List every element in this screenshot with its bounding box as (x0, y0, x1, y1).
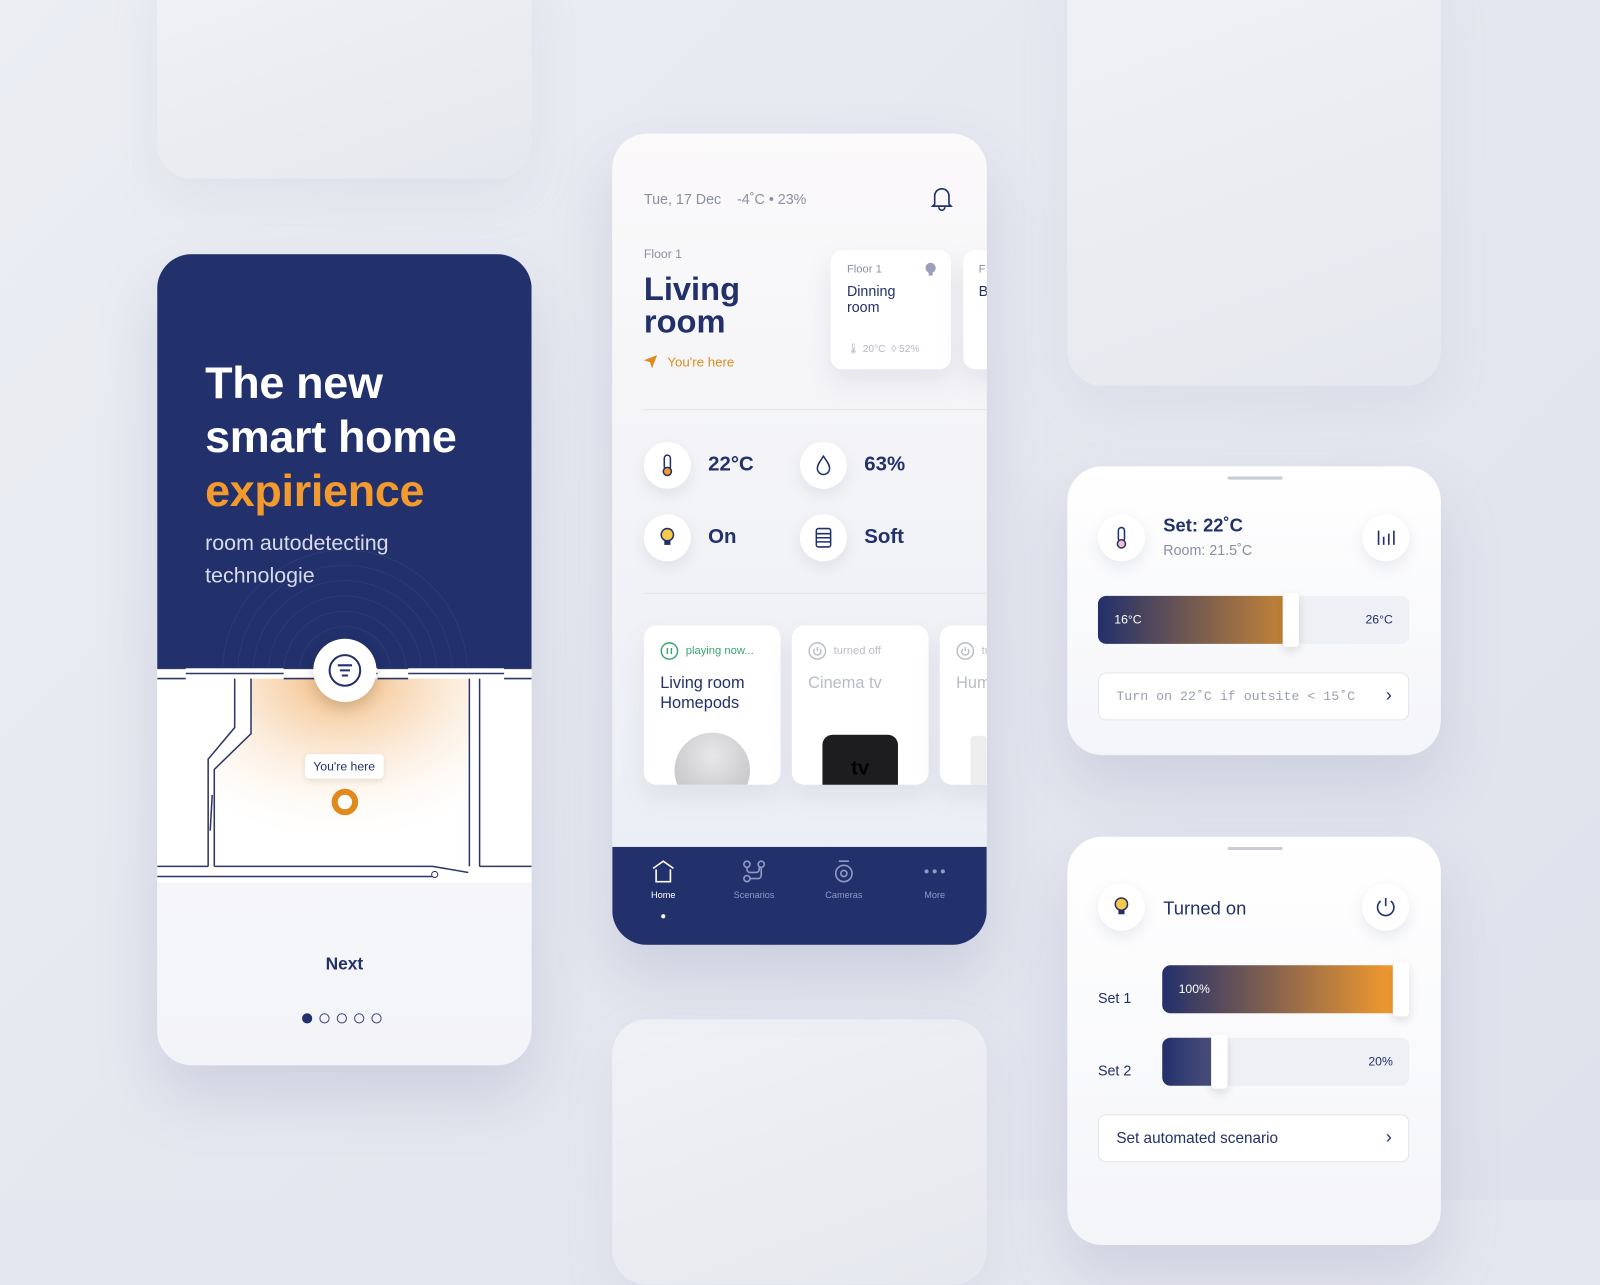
thermometer-icon (1097, 514, 1145, 562)
device-status: playing now... (660, 642, 754, 660)
power-icon[interactable] (1362, 883, 1410, 931)
nav-more[interactable]: More (904, 859, 965, 900)
onboarding-subtitle: room autodetecting technologie (205, 531, 389, 588)
page-dot[interactable] (354, 1013, 365, 1024)
set-label: Set 1 (1097, 989, 1132, 1007)
scenarios-icon (743, 860, 766, 883)
floor-label: Floor 1 (643, 246, 683, 262)
slider-fill (1162, 1037, 1212, 1086)
stage: The new smart home expirience room autodet… (0, 0, 1600, 1285)
set-temperature: Set: 22˚C (1163, 515, 1243, 536)
light-slider-set1[interactable]: 100% (1162, 962, 1410, 1017)
slider-value: 100% (1178, 981, 1210, 996)
bulb-icon (1097, 883, 1145, 931)
slider-handle[interactable] (1211, 1034, 1228, 1089)
thermostat-sheet: Set: 22˚C Room: 21.5˚C 16°C 26°C Turn on… (1067, 466, 1441, 756)
pause-icon[interactable] (660, 642, 679, 660)
onboarding-hero: The new smart home expirience room autodet… (157, 254, 532, 669)
slider-min-label: 16°C (1114, 612, 1142, 627)
status-line: Tue, 17 Dec -4˚C • 23% (643, 190, 807, 208)
light-value: On (708, 525, 737, 548)
page-indicator (302, 1013, 382, 1024)
location-indicator: You're here (643, 354, 734, 369)
light-sheet: Turned on Set 1 100% Set 2 20% Set autom… (1067, 836, 1441, 1245)
device-status: turned off (808, 642, 881, 660)
chevron-right-icon: › (1385, 1126, 1392, 1147)
slider-max-label: 26°C (1365, 612, 1393, 627)
nav-home[interactable]: Home (633, 859, 694, 919)
scenario-button[interactable]: Turn on 22˚C if outsite < 15˚C › (1097, 672, 1410, 721)
onboarding-screen: The new smart home expirience room autodet… (157, 254, 532, 1066)
ghost-card (157, 0, 532, 179)
thermometer-icon[interactable] (643, 441, 691, 489)
page-dot[interactable] (319, 1013, 330, 1024)
next-button[interactable]: Next (157, 954, 531, 974)
room-stats: 🌡 20°C ◊ 52% (846, 343, 920, 356)
slider-handle[interactable] (1392, 962, 1410, 1017)
room-card-dinning[interactable]: Floor 1 Dinning room 🌡 20°C ◊ 52% (830, 250, 952, 370)
power-icon[interactable] (956, 642, 975, 660)
room-floor: Floor 1 (846, 263, 882, 276)
light-slider-set2[interactable]: 20% (1162, 1034, 1410, 1089)
device-card-cinema-tv[interactable]: turned off Cinema tv tv (791, 625, 929, 785)
page-dot[interactable] (336, 1013, 347, 1024)
device-name: Living room Homepods (660, 674, 745, 713)
mode-value: Soft (864, 525, 904, 548)
ghost-card (612, 1019, 987, 1285)
page-dot[interactable] (302, 1013, 313, 1024)
humidity-value: 63% (864, 453, 906, 476)
nav-scenarios[interactable]: Scenarios (723, 859, 784, 900)
temperature-slider[interactable]: 16°C 26°C (1097, 592, 1410, 647)
scenario-text: Set automated scenario (1116, 1129, 1278, 1147)
divider (643, 592, 987, 594)
chevron-right-icon: › (1385, 684, 1392, 706)
divider (643, 409, 987, 411)
bulb-icon[interactable] (643, 514, 691, 562)
room-name: Dinning room (846, 282, 896, 316)
chart-bars-icon[interactable] (1362, 514, 1410, 562)
slider-handle[interactable] (1282, 592, 1299, 647)
slider-value: 20% (1368, 1054, 1393, 1069)
device-name: Cinema tv (808, 674, 882, 692)
page-dot[interactable] (371, 1013, 382, 1024)
light-status: Turned on (1163, 897, 1247, 919)
room-name: B (979, 283, 987, 299)
set-label: Set 2 (1097, 1062, 1132, 1079)
sheet-handle[interactable] (1227, 846, 1283, 851)
humidifier-image (970, 735, 987, 785)
map-label: You're here (305, 754, 384, 779)
bulb-icon (925, 262, 936, 276)
onboarding-title: The new smart home expirience (205, 358, 457, 517)
more-icon (924, 869, 945, 874)
ghost-card (1067, 0, 1441, 386)
blinds-icon[interactable] (800, 514, 847, 562)
sheet-handle[interactable] (1227, 476, 1283, 480)
detector-icon (313, 638, 377, 703)
device-status: tu (956, 642, 987, 660)
temperature-value: 22°C (708, 453, 754, 476)
home-icon (652, 860, 674, 883)
homepod-image (674, 732, 751, 785)
home-screen: Tue, 17 Dec -4˚C • 23% Floor 1 Living ro… (612, 133, 987, 945)
apple-tv-image: tv (822, 734, 898, 785)
active-indicator (661, 914, 666, 919)
power-icon[interactable] (808, 642, 827, 660)
room-floor: F (978, 263, 986, 276)
scenario-text: Turn on 22˚C if outsite < 15˚C (1116, 688, 1356, 705)
automated-scenario-button[interactable]: Set automated scenario › (1097, 1114, 1410, 1163)
nav-cameras[interactable]: Cameras (813, 859, 874, 900)
drop-icon[interactable] (800, 441, 847, 489)
camera-icon (834, 860, 853, 883)
location-pin (331, 788, 359, 816)
device-card-partial[interactable]: tu Hum (939, 625, 987, 785)
navigation-arrow-icon (643, 355, 658, 369)
bell-icon[interactable] (930, 185, 953, 212)
room-title: Living room (643, 270, 741, 340)
room-card-partial[interactable]: F B (963, 250, 987, 370)
device-card-homepods[interactable]: playing now... Living room Homepods (643, 625, 781, 785)
room-temperature: Room: 21.5˚C (1163, 541, 1253, 559)
bottom-nav: Home Scenarios Cameras More (612, 846, 987, 945)
device-name: Hum (956, 674, 987, 692)
